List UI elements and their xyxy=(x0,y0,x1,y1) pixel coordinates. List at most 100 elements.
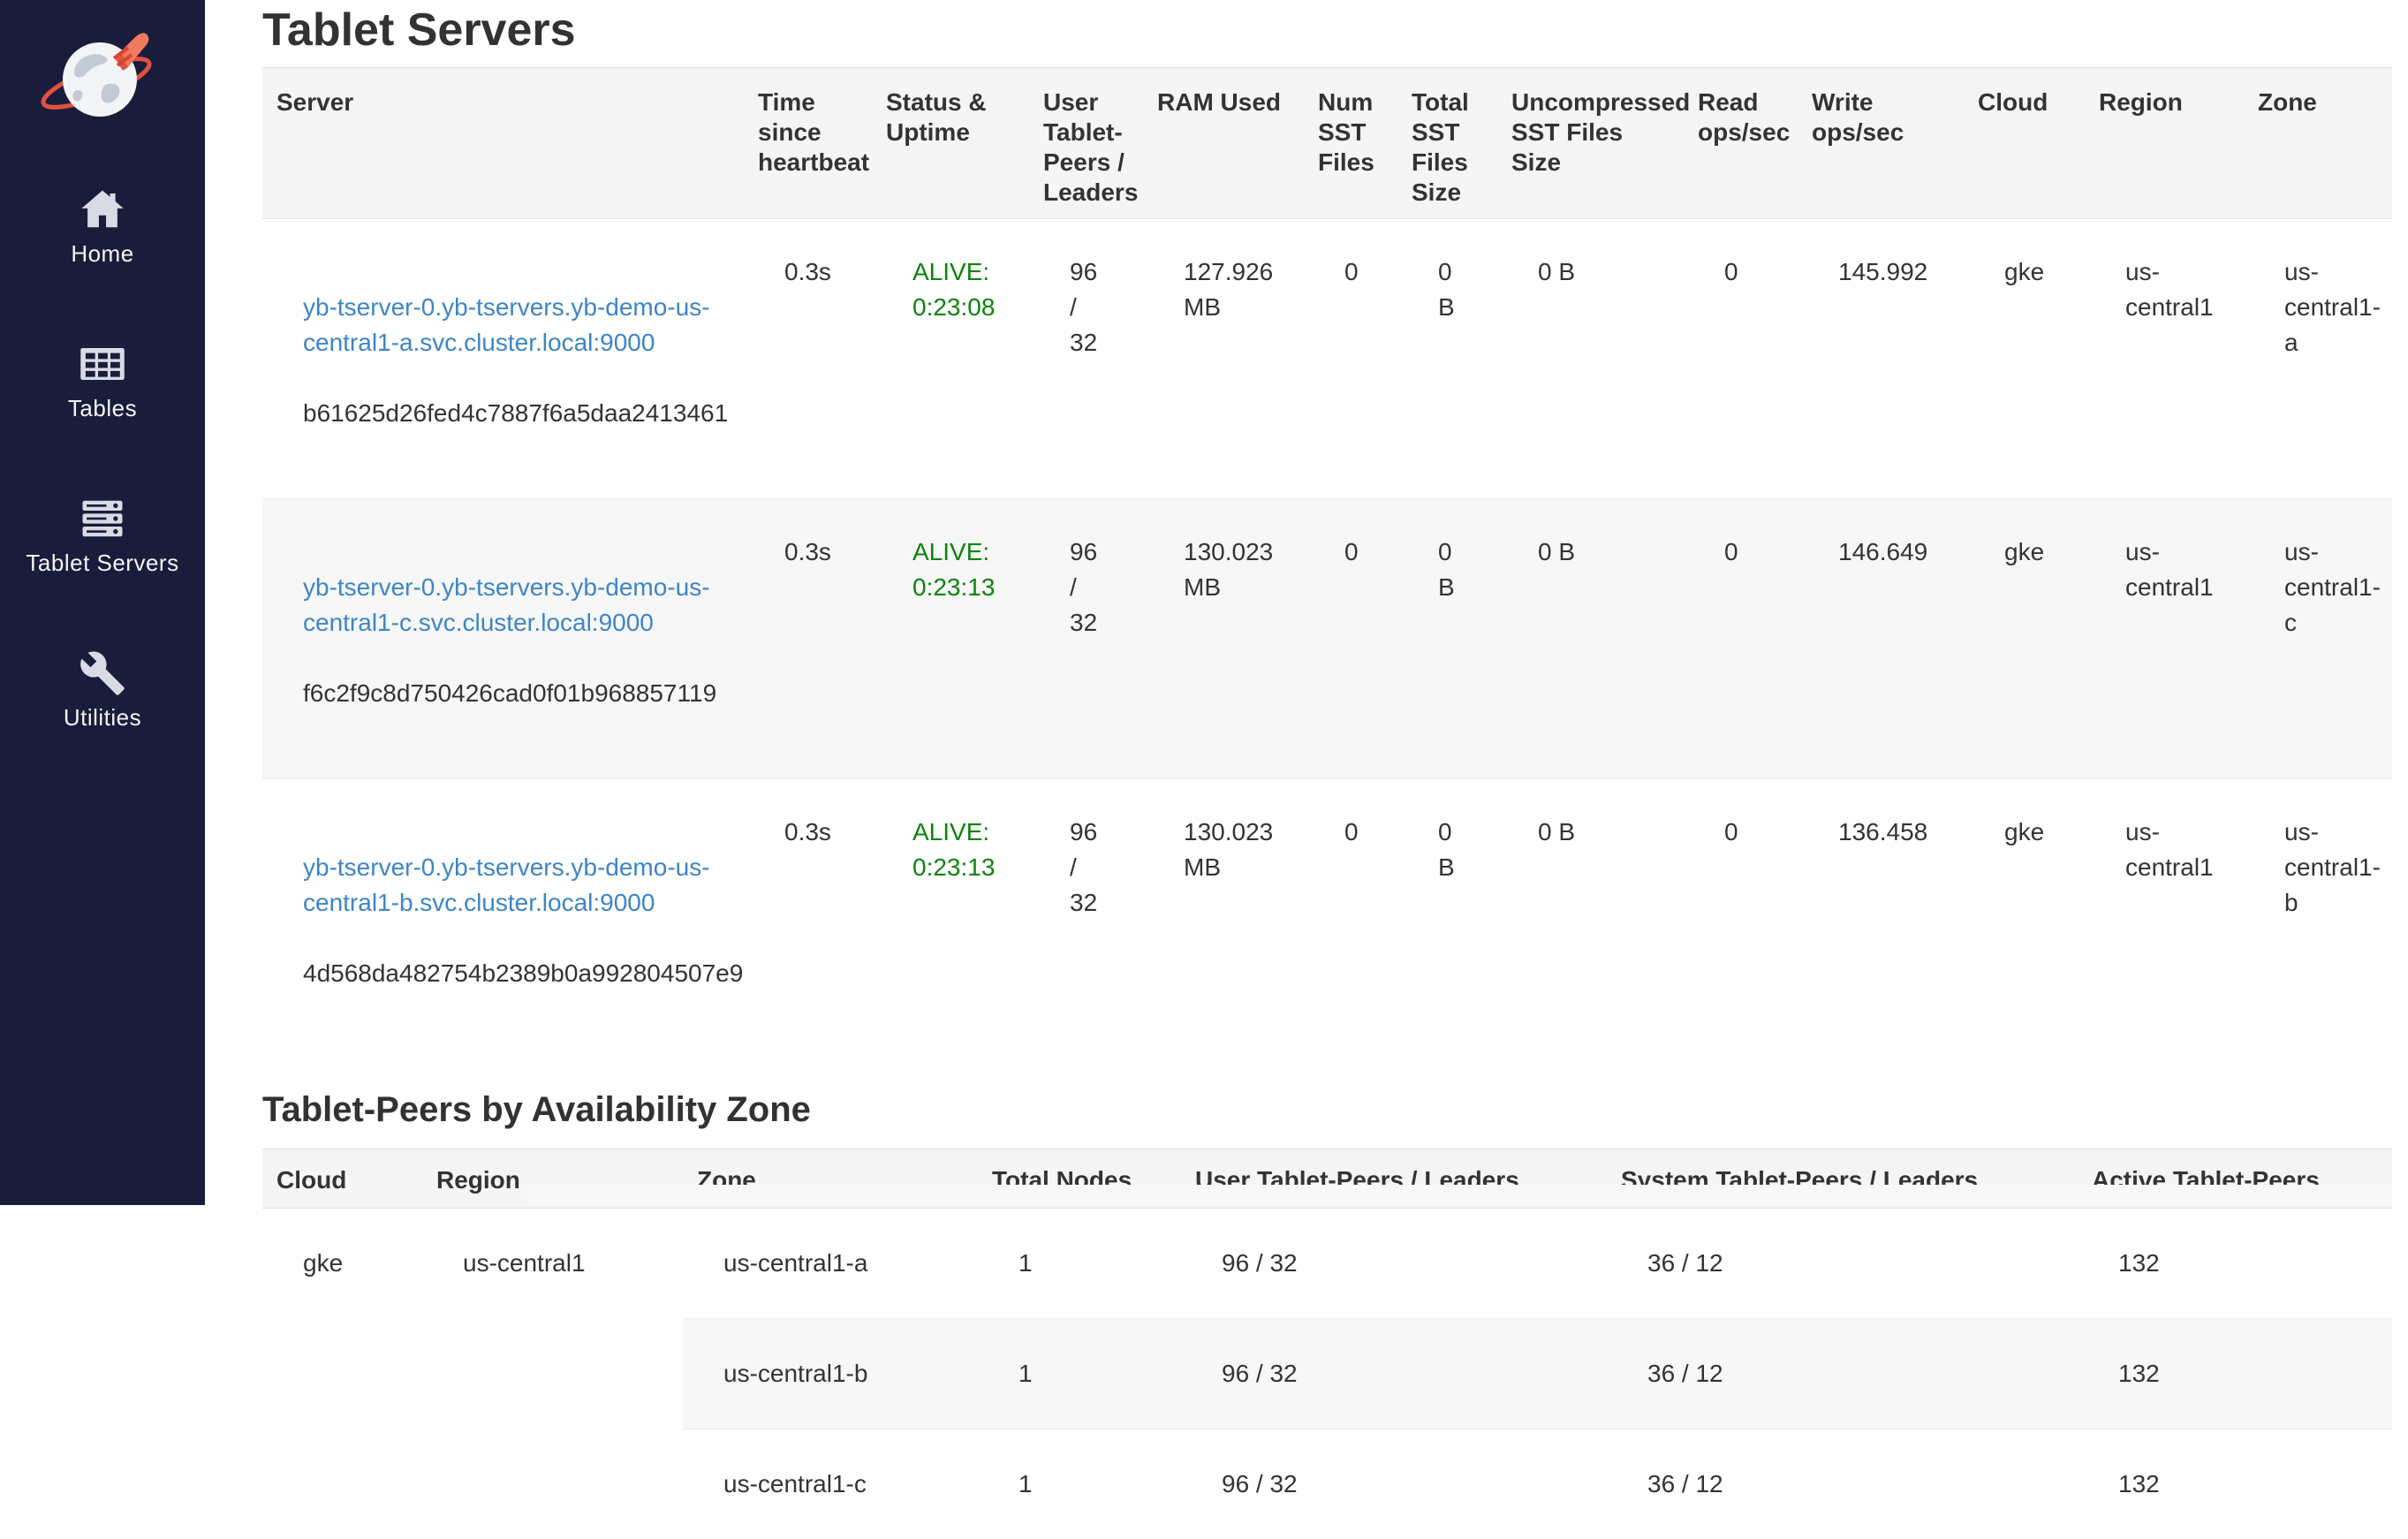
system-peers-cell: 36 / 12 xyxy=(1607,1429,2078,1539)
write-ops-cell: 136.458 xyxy=(1798,779,1964,1059)
user-peers-cell: 96 / 32 xyxy=(1181,1319,1607,1429)
sidebar-item-label: Tablet Servers xyxy=(26,550,178,577)
system-peers-cell: 36 / 12 xyxy=(1607,1209,2078,1319)
zone-cell: us- central1- c xyxy=(2244,499,2392,779)
total-sst-cell: 0 B xyxy=(1397,779,1497,1059)
server-cell: yb-tserver-0.yb-tservers.yb-demo-us- cen… xyxy=(262,499,744,779)
sidebar-item-utilities[interactable]: Utilities xyxy=(0,649,205,732)
user-peers-cell: 96 / 32 xyxy=(1181,1209,1607,1319)
heartbeat-cell: 0.3s xyxy=(744,219,872,499)
sidebar-nav: Home Tables xyxy=(0,186,205,804)
tablet-peers-table: Cloud Region Zone Total Nodes User Table… xyxy=(262,1149,2392,1539)
user-peers-cell: 96 / 32 xyxy=(1181,1429,1607,1539)
ram-cell: 130.023 MB xyxy=(1143,499,1304,779)
cloud-cell: gke xyxy=(1964,499,2085,779)
col-cloud: Cloud xyxy=(1964,68,2085,219)
num-sst-cell: 0 xyxy=(1304,499,1397,779)
col-uncompressed-sst: Uncompressed SST Files Size xyxy=(1497,68,1684,219)
region-cell: us- central1 xyxy=(2085,499,2244,779)
read-ops-cell: 0 xyxy=(1684,219,1798,499)
cloud-cell: gke xyxy=(262,1209,422,1539)
tserver-row: yb-tserver-0.yb-tservers.yb-demo-us- cen… xyxy=(262,219,2392,499)
user-peers-cell: 96 / 32 xyxy=(1029,499,1143,779)
ram-cell: 127.926 MB xyxy=(1143,219,1304,499)
col-region: Region xyxy=(2085,68,2244,219)
uncompressed-sst-cell: 0 B xyxy=(1497,779,1684,1059)
tablet-servers-table: Server Time since heartbeat Status & Upt… xyxy=(262,67,2392,1058)
col-num-sst: Num SST Files xyxy=(1304,68,1397,219)
uncompressed-sst-cell: 0 B xyxy=(1497,219,1684,499)
main-content: Tablet Servers Server Time since heartbe… xyxy=(205,0,2408,1205)
tserver-link[interactable]: yb-tserver-0.yb-tservers.yb-demo-us- cen… xyxy=(303,290,730,360)
tserver-link[interactable]: yb-tserver-0.yb-tservers.yb-demo-us- cen… xyxy=(303,570,730,641)
zone-cell: us-central1-b xyxy=(683,1319,978,1429)
col-write-ops: Write ops/sec xyxy=(1798,68,1964,219)
server-cell: yb-tserver-0.yb-tservers.yb-demo-us- cen… xyxy=(262,219,744,499)
col-zone: Zone xyxy=(2244,68,2392,219)
az-row: gke us-central1 us-central1-a 1 96 / 32 … xyxy=(262,1209,2392,1319)
active-peers-cell: 132 xyxy=(2078,1319,2392,1429)
status-cell: ALIVE: 0:23:13 xyxy=(872,499,1029,779)
tserver-link[interactable]: yb-tserver-0.yb-tservers.yb-demo-us- cen… xyxy=(303,850,730,921)
tablet-servers-header-row: Server Time since heartbeat Status & Upt… xyxy=(262,68,2392,219)
server-cell: yb-tserver-0.yb-tservers.yb-demo-us- cen… xyxy=(262,779,744,1059)
num-sst-cell: 0 xyxy=(1304,219,1397,499)
tserver-uuid: f6c2f9c8d750426cad0f01b968857119 xyxy=(303,676,730,711)
col-server: Server xyxy=(262,68,744,219)
zone-cell: us-central1-c xyxy=(683,1429,978,1539)
col-status: Status & Uptime xyxy=(872,68,1029,219)
active-peers-cell: 132 xyxy=(2078,1209,2392,1319)
tserver-uuid: b61625d26fed4c7887f6a5daa2413461 xyxy=(303,396,730,431)
tserver-row: yb-tserver-0.yb-tservers.yb-demo-us- cen… xyxy=(262,499,2392,779)
sidebar-item-label: Tables xyxy=(68,395,137,422)
region-cell: us-central1 xyxy=(422,1209,683,1539)
col-cloud: Cloud xyxy=(262,1149,422,1209)
total-sst-cell: 0 B xyxy=(1397,499,1497,779)
status-cell: ALIVE: 0:23:13 xyxy=(872,779,1029,1059)
zone-cell: us- central1- a xyxy=(2244,219,2392,499)
write-ops-cell: 145.992 xyxy=(1798,219,1964,499)
user-peers-cell: 96 / 32 xyxy=(1029,219,1143,499)
col-total-sst: Total SST Files Size xyxy=(1397,68,1497,219)
page-title: Tablet Servers xyxy=(262,5,2392,55)
wrench-icon xyxy=(79,649,126,697)
num-sst-cell: 0 xyxy=(1304,779,1397,1059)
user-peers-cell: 96 / 32 xyxy=(1029,779,1143,1059)
region-cell: us- central1 xyxy=(2085,219,2244,499)
write-ops-cell: 146.649 xyxy=(1798,499,1964,779)
uncompressed-sst-cell: 0 B xyxy=(1497,499,1684,779)
total-sst-cell: 0 B xyxy=(1397,219,1497,499)
sidebar-item-tablet-servers[interactable]: Tablet Servers xyxy=(0,495,205,577)
cloud-cell: gke xyxy=(1964,219,2085,499)
col-read-ops: Read ops/sec xyxy=(1684,68,1798,219)
yugabytedb-logo[interactable] xyxy=(36,16,169,131)
section-title-tablet-peers: Tablet-Peers by Availability Zone xyxy=(262,1088,2392,1131)
heartbeat-cell: 0.3s xyxy=(744,499,872,779)
total-nodes-cell: 1 xyxy=(978,1319,1181,1429)
tablet-servers-icon xyxy=(79,495,126,542)
sidebar-item-home[interactable]: Home xyxy=(0,186,205,268)
zone-cell: us-central1-a xyxy=(683,1209,978,1319)
heartbeat-cell: 0.3s xyxy=(744,779,872,1059)
home-icon xyxy=(79,186,126,233)
partial-next-row-stripe xyxy=(527,1185,2392,1205)
active-peers-cell: 132 xyxy=(2078,1429,2392,1539)
sidebar-item-label: Home xyxy=(71,240,133,268)
total-nodes-cell: 1 xyxy=(978,1429,1181,1539)
region-cell: us- central1 xyxy=(2085,779,2244,1059)
status-cell: ALIVE: 0:23:08 xyxy=(872,219,1029,499)
zone-cell: us- central1- b xyxy=(2244,779,2392,1059)
tables-icon xyxy=(79,340,126,388)
sidebar-item-tables[interactable]: Tables xyxy=(0,340,205,422)
col-heartbeat: Time since heartbeat xyxy=(744,68,872,219)
sidebar: Home Tables xyxy=(0,0,205,1205)
read-ops-cell: 0 xyxy=(1684,779,1798,1059)
system-peers-cell: 36 / 12 xyxy=(1607,1319,2078,1429)
col-ram: RAM Used xyxy=(1143,68,1304,219)
col-user-peers: User Tablet-Peers / Leaders xyxy=(1029,68,1143,219)
read-ops-cell: 0 xyxy=(1684,499,1798,779)
cloud-cell: gke xyxy=(1964,779,2085,1059)
tserver-row: yb-tserver-0.yb-tservers.yb-demo-us- cen… xyxy=(262,779,2392,1059)
sidebar-item-label: Utilities xyxy=(64,704,141,732)
ram-cell: 130.023 MB xyxy=(1143,779,1304,1059)
